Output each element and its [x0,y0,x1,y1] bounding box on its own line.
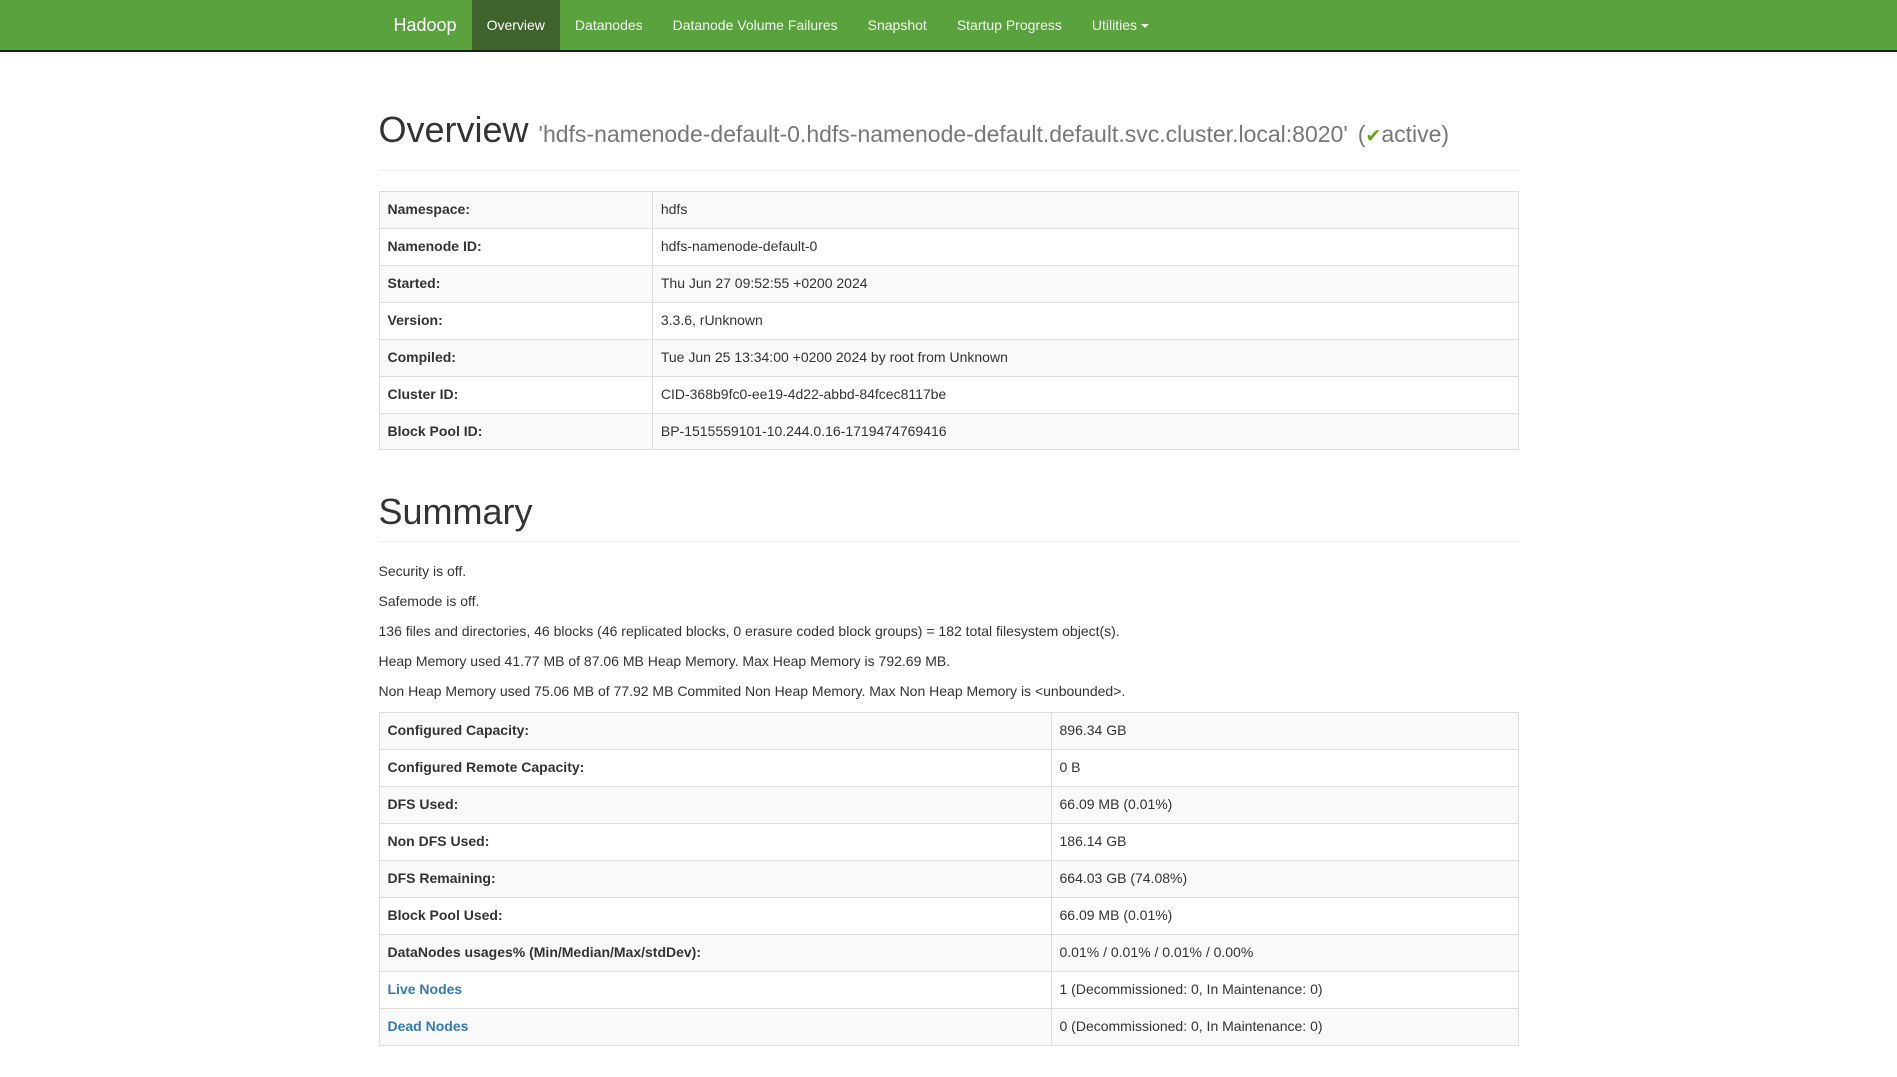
security-status-text: Security is off. [379,562,1519,582]
row-label: Configured Capacity: [379,713,1051,750]
row-value: 66.09 MB (0.01%) [1051,897,1518,934]
check-icon: ✔ [1365,126,1381,147]
row-value: 66.09 MB (0.01%) [1051,786,1518,823]
summary-title: Summary [379,492,1519,532]
row-label: Block Pool Used: [379,897,1051,934]
nav-dropdown-utilities-link[interactable]: Utilities [1077,0,1164,50]
table-row-started: Started: Thu Jun 27 09:52:55 +0200 2024 [379,265,1518,302]
table-row-block-pool-id: Block Pool ID: BP-1515559101-10.244.0.16… [379,413,1518,450]
row-label: Block Pool ID: [379,413,652,450]
row-value: hdfs [652,191,1518,228]
capacity-summary-table: Configured Capacity: 896.34 GB Configure… [379,712,1519,1046]
table-row-configured-capacity: Configured Capacity: 896.34 GB [379,713,1518,750]
row-label: Configured Remote Capacity: [379,749,1051,786]
table-row-block-pool-used: Block Pool Used: 66.09 MB (0.01%) [379,897,1518,934]
table-row-dfs-remaining: DFS Remaining: 664.03 GB (74.08%) [379,860,1518,897]
nav-tab-overview-link[interactable]: Overview [472,0,560,50]
row-value: CID-368b9fc0-ee19-4d22-abbd-84fcec8117be [652,376,1518,413]
row-label: DFS Remaining: [379,860,1051,897]
nav-tab-startup-progress-link[interactable]: Startup Progress [942,0,1077,50]
row-value: 0.01% / 0.01% / 0.01% / 0.00% [1051,934,1518,971]
dead-nodes-link[interactable]: Dead Nodes [388,1018,469,1034]
row-label: Namespace: [379,191,652,228]
heap-memory-text: Heap Memory used 41.77 MB of 87.06 MB He… [379,652,1519,672]
nav-dropdown-utilities[interactable]: Utilities [1077,0,1164,50]
nav-tab-datanode-volume-failures-link[interactable]: Datanode Volume Failures [658,0,853,50]
table-row-live-nodes: Live Nodes 1 (Decommissioned: 0, In Main… [379,971,1518,1008]
table-row-datanode-usages: DataNodes usages% (Min/Median/Max/stdDev… [379,934,1518,971]
row-value: BP-1515559101-10.244.0.16-1719474769416 [652,413,1518,450]
nav-tab-snapshot-link[interactable]: Snapshot [853,0,942,50]
nav-tab-datanode-volume-failures[interactable]: Datanode Volume Failures [658,0,853,50]
row-label: DataNodes usages% (Min/Median/Max/stdDev… [379,934,1051,971]
safemode-status-text: Safemode is off. [379,592,1519,612]
table-row-version: Version: 3.3.6, rUnknown [379,302,1518,339]
row-value: Thu Jun 27 09:52:55 +0200 2024 [652,265,1518,302]
table-row-namespace: Namespace: hdfs [379,191,1518,228]
table-row-namenode-id: Namenode ID: hdfs-namenode-default-0 [379,228,1518,265]
row-value: 0 (Decommissioned: 0, In Maintenance: 0) [1051,1008,1518,1045]
nav-tab-startup-progress[interactable]: Startup Progress [942,0,1077,50]
row-label: Non DFS Used: [379,823,1051,860]
namenode-info-table: Namespace: hdfs Namenode ID: hdfs-nameno… [379,191,1519,451]
row-value: 3.3.6, rUnknown [652,302,1518,339]
row-value: 896.34 GB [1051,713,1518,750]
overview-page-header: Overview 'hdfs-namenode-default-0.hdfs-n… [379,52,1519,171]
page-title: Overview 'hdfs-namenode-default-0.hdfs-n… [379,110,1519,150]
row-value: 1 (Decommissioned: 0, In Maintenance: 0) [1051,971,1518,1008]
namenode-address: 'hdfs-namenode-default-0.hdfs-namenode-d… [539,121,1348,147]
table-row-dead-nodes: Dead Nodes 0 (Decommissioned: 0, In Main… [379,1008,1518,1045]
caret-down-icon [1141,24,1149,28]
nav-tab-overview[interactable]: Overview [472,0,560,50]
row-value: 0 B [1051,749,1518,786]
table-row-non-dfs-used: Non DFS Used: 186.14 GB [379,823,1518,860]
row-label: Compiled: [379,339,652,376]
utilities-label: Utilities [1092,17,1137,33]
table-row-configured-remote-capacity: Configured Remote Capacity: 0 B [379,749,1518,786]
summary-page-header: Summary [379,470,1519,542]
row-value: 664.03 GB (74.08%) [1051,860,1518,897]
top-navbar: Hadoop Overview Datanodes Datanode Volum… [0,0,1897,52]
row-value: hdfs-namenode-default-0 [652,228,1518,265]
row-value: Tue Jun 25 13:34:00 +0200 2024 by root f… [652,339,1518,376]
navbar-menu: Overview Datanodes Datanode Volume Failu… [472,0,1164,50]
row-label: Cluster ID: [379,376,652,413]
live-nodes-link[interactable]: Live Nodes [388,981,463,997]
nav-tab-snapshot[interactable]: Snapshot [853,0,942,50]
table-row-cluster-id: Cluster ID: CID-368b9fc0-ee19-4d22-abbd-… [379,376,1518,413]
row-label: Version: [379,302,652,339]
page-title-text: Overview [379,109,529,150]
row-label: DFS Used: [379,786,1051,823]
row-value: 186.14 GB [1051,823,1518,860]
main-content: Overview 'hdfs-namenode-default-0.hdfs-n… [364,52,1534,1046]
namenode-status: (✔active) [1358,121,1449,147]
nav-tab-datanodes[interactable]: Datanodes [560,0,658,50]
filesystem-objects-text: 136 files and directories, 46 blocks (46… [379,622,1519,642]
table-row-compiled: Compiled: Tue Jun 25 13:34:00 +0200 2024… [379,339,1518,376]
hadoop-brand[interactable]: Hadoop [379,0,472,50]
nav-tab-datanodes-link[interactable]: Datanodes [560,0,658,50]
non-heap-memory-text: Non Heap Memory used 75.06 MB of 77.92 M… [379,682,1519,702]
row-label: Namenode ID: [379,228,652,265]
table-row-dfs-used: DFS Used: 66.09 MB (0.01%) [379,786,1518,823]
row-label: Started: [379,265,652,302]
